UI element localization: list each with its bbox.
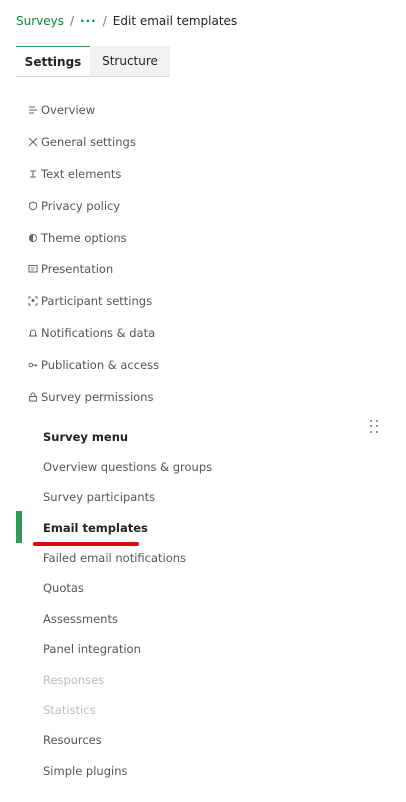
settings-item-label: Publication & access [41,358,160,372]
active-indicator [16,511,22,543]
settings-item-overview[interactable]: Overview [28,99,95,121]
highlight-underline [33,542,139,546]
tab-structure[interactable]: Structure [90,46,170,76]
breadcrumb-separator: / [102,14,107,28]
settings-item-label: Overview [41,103,96,117]
text-icon [28,169,38,179]
settings-item-label: Presentation [41,262,114,276]
menu-item-simple-plugins[interactable]: Simple plugins [43,761,127,781]
menu-item-quotas[interactable]: Quotas [43,578,84,598]
settings-item-label: Notifications & data [41,326,156,340]
settings-item-participant-settings[interactable]: Participant settings [28,290,152,312]
menu-item-statistics: Statistics [43,703,96,717]
settings-item-label: Survey permissions [41,390,154,404]
menu-item-panel-integration[interactable]: Panel integration [43,639,141,659]
settings-item-publication[interactable]: Publication & access [28,354,159,376]
tools-icon [28,137,38,147]
breadcrumb-current: Edit email templates [112,14,238,28]
menu-item-survey-participants[interactable]: Survey participants [43,487,155,507]
menu-item-overview-questions[interactable]: Overview questions & groups [43,457,212,477]
tab-settings[interactable]: Settings [16,46,90,76]
settings-item-notifications[interactable]: Notifications & data [28,322,155,344]
breadcrumb: Surveys / ··· / Edit email templates [16,14,237,28]
tab-bar: Settings Structure [16,46,170,77]
presentation-icon [28,264,38,274]
settings-item-theme[interactable]: Theme options [28,227,127,249]
shield-icon [28,201,38,211]
settings-item-label: Participant settings [41,294,153,308]
breadcrumb-separator: / [70,14,75,28]
settings-item-presentation[interactable]: Presentation [28,258,113,280]
settings-item-label: General settings [41,135,136,149]
settings-item-permissions[interactable]: Survey permissions [28,386,153,408]
survey-menu-title: Survey menu [43,430,129,444]
menu-item-responses: Responses [43,673,105,687]
participant-icon [28,296,38,306]
settings-item-label: Privacy policy [41,199,121,213]
drag-handle-icon[interactable] [370,420,380,434]
menu-item-failed-email-notifications[interactable]: Failed email notifications [43,548,186,568]
bell-icon [28,328,38,338]
contrast-icon [28,233,38,243]
menu-item-email-templates[interactable]: Email templates [43,518,148,538]
settings-item-text-elements[interactable]: Text elements [28,163,121,185]
list-icon [28,105,38,115]
settings-item-general[interactable]: General settings [28,131,136,153]
breadcrumb-more-link[interactable]: ··· [80,14,97,28]
settings-item-label: Text elements [41,167,122,181]
menu-item-resources[interactable]: Resources [43,730,102,750]
breadcrumb-surveys-link[interactable]: Surveys [16,14,64,28]
menu-item-assessments[interactable]: Assessments [43,609,118,629]
settings-item-label: Theme options [41,231,127,245]
lock-icon [28,392,38,402]
key-icon [28,360,38,370]
settings-item-privacy[interactable]: Privacy policy [28,195,120,217]
